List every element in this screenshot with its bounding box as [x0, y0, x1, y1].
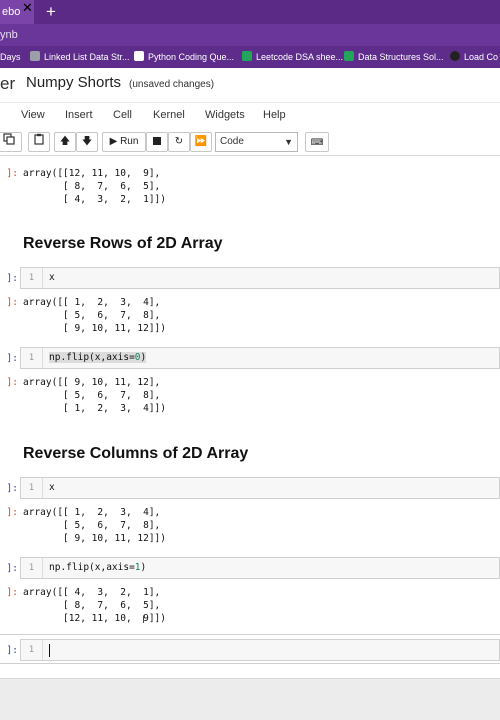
line-number: 1	[21, 478, 43, 498]
address-bar[interactable]: ynb	[0, 24, 500, 46]
arrow-up-icon: 🡅	[59, 136, 71, 147]
line-number: 1	[21, 348, 43, 368]
save-status: (unsaved changes)	[129, 79, 215, 90]
bookmark-leetcode-dsa[interactable]: Leetcode DSA shee...	[242, 46, 343, 68]
menu-insert[interactable]: Insert	[65, 109, 93, 121]
input-prompt: ]:	[6, 483, 18, 494]
bookmark-favicon-icon	[134, 51, 144, 61]
output-text: array([[12, 11, 10, 9], [ 8, 7, 6, 5], […	[23, 168, 166, 205]
code-text: np.flip(x,axis=1)	[49, 558, 146, 578]
selected-cell[interactable]: ]: 1	[0, 634, 500, 664]
input-prompt: ]:	[6, 645, 18, 656]
notebook-title[interactable]: Numpy Shorts	[26, 74, 121, 91]
notebook-header: er Numpy Shorts (unsaved changes)	[0, 68, 500, 100]
run-button[interactable]: ▶ Run	[102, 132, 146, 152]
output-prompt: ]:	[6, 168, 18, 179]
bookmark-favicon-icon	[242, 51, 252, 61]
output-prompt: ]:	[6, 507, 18, 518]
output-text: array([[ 9, 10, 11, 12], [ 5, 6, 7, 8], …	[23, 377, 166, 414]
bookmarks-bar: Days Linked List Data Str... Python Codi…	[0, 46, 500, 68]
arrow-down-icon: 🡇	[81, 136, 93, 147]
code-cell-input[interactable]: 1 np.flip(x,axis=1)	[20, 557, 500, 579]
move-down-button[interactable]: 🡇	[76, 132, 98, 152]
line-number: 1	[21, 640, 43, 660]
markdown-heading[interactable]: Reverse Rows of 2D Array	[23, 235, 223, 253]
run-label: Run	[120, 136, 139, 147]
code-cell-input[interactable]: 1 x	[20, 477, 500, 499]
menu-help[interactable]: Help	[263, 109, 286, 121]
input-prompt: ]:	[6, 563, 18, 574]
tab-close-icon[interactable]: ✕	[22, 0, 33, 16]
code-cell-input[interactable]: 1 x	[20, 267, 500, 289]
menu-widgets[interactable]: Widgets	[205, 109, 245, 121]
cell-type-value: Code	[220, 136, 244, 147]
bookmark-days[interactable]: Days	[0, 46, 21, 68]
restart-run-all-button[interactable]: ⏩	[190, 132, 212, 152]
markdown-heading[interactable]: Reverse Columns of 2D Array	[23, 445, 248, 463]
bookmark-label: Days	[0, 52, 21, 62]
output-prompt: ]:	[6, 297, 18, 308]
bookmark-linked-list[interactable]: Linked List Data Str...	[30, 46, 130, 68]
menu-kernel[interactable]: Kernel	[153, 109, 185, 121]
code-text: np.flip(x,axis=0)	[49, 348, 147, 368]
code-text: x	[49, 482, 55, 493]
output-text: array([[ 1, 2, 3, 4], [ 5, 6, 7, 8], [ 9…	[23, 507, 166, 544]
bookmark-load-code[interactable]: Load Co	[450, 46, 498, 68]
paste-cell-button[interactable]	[28, 132, 50, 152]
bookmark-favicon-icon	[30, 51, 40, 61]
jupyter-logo-text[interactable]: er	[0, 74, 15, 94]
browser-tab-strip: ebo ✕ +	[0, 0, 500, 24]
interrupt-button[interactable]	[146, 132, 168, 152]
bookmark-favicon-icon	[344, 51, 354, 61]
paste-icon	[34, 133, 44, 145]
keyboard-icon: ⌨	[310, 137, 324, 147]
notebook-toolbar: 🡅 🡇 ▶ Run ↻ ⏩ Code ▼ ⌨	[0, 129, 500, 156]
chevron-down-icon: ▼	[284, 137, 293, 147]
menu-cell[interactable]: Cell	[113, 109, 132, 121]
restart-icon: ↻	[174, 136, 184, 147]
line-number: 1	[21, 268, 43, 288]
new-tab-icon[interactable]: +	[46, 1, 56, 23]
menu-bar: View Insert Cell Kernel Widgets Help	[0, 102, 500, 128]
input-prompt: ]:	[6, 273, 18, 284]
code-function: np.flip(x,axis=	[49, 562, 135, 573]
code-cell-input[interactable]: 1 np.flip(x,axis=0)	[20, 347, 500, 369]
bookmark-label: Python Coding Que...	[148, 52, 235, 62]
bookmark-python-coding[interactable]: Python Coding Que...	[134, 46, 234, 68]
move-up-button[interactable]: 🡅	[54, 132, 76, 152]
browser-tab-title: ebo	[2, 6, 21, 18]
output-text: array([[ 1, 2, 3, 4], [ 5, 6, 7, 8], [ 9…	[23, 297, 166, 334]
command-palette-button[interactable]: ⌨	[305, 132, 329, 152]
line-number: 1	[21, 558, 43, 578]
address-bar-text: ynb	[0, 29, 18, 41]
play-icon: ▶	[109, 136, 118, 147]
copy-cell-button[interactable]	[0, 132, 22, 152]
fast-forward-icon: ⏩	[194, 136, 208, 147]
code-function: np.flip(x,axis=	[49, 352, 135, 363]
output-prompt: ]:	[6, 377, 18, 388]
bookmark-label: Data Structures Sol...	[358, 52, 444, 62]
notebook-area[interactable]: ]: array([[12, 11, 10, 9], [ 8, 7, 6, 5]…	[0, 156, 500, 678]
stop-icon	[153, 137, 161, 145]
restart-button[interactable]: ↻	[168, 132, 190, 152]
input-prompt: ]:	[6, 353, 18, 364]
code-text: x	[49, 272, 55, 283]
menu-view[interactable]: View	[21, 109, 45, 121]
text-cursor-icon: I	[142, 614, 146, 626]
output-prompt: ]:	[6, 587, 18, 598]
copy-icon	[3, 133, 15, 145]
bookmark-label: Leetcode DSA shee...	[256, 52, 344, 62]
bookmark-label: Linked List Data Str...	[44, 52, 130, 62]
bookmark-label: Load Co	[464, 52, 499, 62]
cell-type-select[interactable]: Code ▼	[215, 132, 298, 152]
bookmark-data-structures[interactable]: Data Structures Sol...	[344, 46, 444, 68]
code-paren: )	[140, 562, 147, 573]
code-paren: )	[140, 352, 147, 363]
text-caret	[49, 644, 50, 657]
page-bottom-area	[0, 678, 500, 720]
active-code-input[interactable]: 1	[20, 639, 500, 661]
bookmark-favicon-icon	[450, 51, 460, 61]
